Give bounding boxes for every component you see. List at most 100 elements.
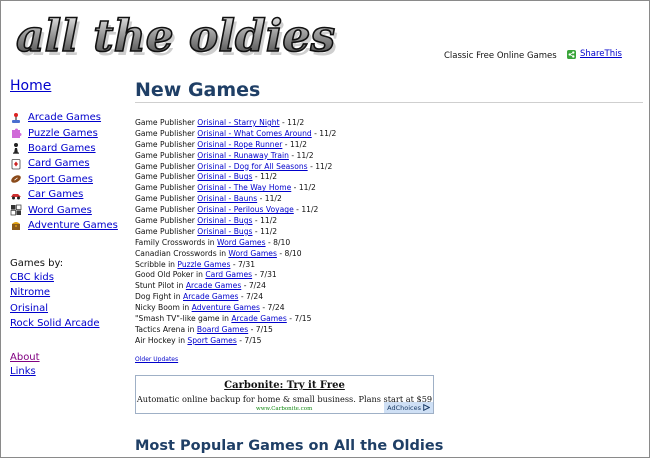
site-tagline: Classic Free Online Games xyxy=(444,51,557,61)
publisher-link[interactable]: Orisinal xyxy=(10,303,48,314)
about-link[interactable]: About xyxy=(10,352,40,363)
share-this-link[interactable]: ShareThis xyxy=(580,49,622,59)
nav-category-link[interactable]: Car Games xyxy=(28,189,83,200)
publisher-nav: CBC kids Nitrome Orisinal Rock Solid Arcade xyxy=(10,272,100,333)
update-game-link[interactable]: Orisinal - Runaway Train xyxy=(197,151,289,160)
publisher-link[interactable]: CBC kids xyxy=(10,272,54,283)
publisher-item[interactable]: CBC kids xyxy=(10,272,100,287)
list-item: Game Publisher Orisinal - The Way Home -… xyxy=(135,183,336,194)
update-date: - 8/10 xyxy=(276,248,302,258)
nav-category-link[interactable]: Card Games xyxy=(28,158,90,169)
update-game-link[interactable]: Sport Games xyxy=(187,336,236,345)
nav-category-link[interactable]: Word Games xyxy=(28,205,92,216)
nav-category-link[interactable]: Board Games xyxy=(28,143,96,154)
publisher-item[interactable]: Nitrome xyxy=(10,287,100,302)
site-logo[interactable]: all the oldies all the oldies xyxy=(10,9,382,59)
nav-category-item[interactable]: Board Games xyxy=(10,141,118,156)
update-prefix: Dog Fight in xyxy=(135,292,184,302)
nav-category-link[interactable]: Puzzle Games xyxy=(28,128,98,139)
chess-pawn-icon xyxy=(13,143,19,155)
nav-category-item[interactable]: Card Games xyxy=(10,156,118,171)
category-nav: Arcade Games Puzzle Games Board Games Card … xyxy=(10,110,118,233)
list-item: Nicky Boom in Adventure Games - 7/24 xyxy=(135,303,336,314)
update-game-link[interactable]: Orisinal - The Way Home xyxy=(197,183,291,192)
update-game-link[interactable]: Orisinal - Bauns xyxy=(197,194,257,203)
adchoices-label: AdChoices xyxy=(387,403,421,412)
update-game-link[interactable]: Arcade Games xyxy=(186,281,241,290)
update-prefix: Game Publisher xyxy=(135,205,198,215)
update-prefix: Game Publisher xyxy=(135,118,198,127)
update-game-link[interactable]: Word Games xyxy=(217,238,266,247)
nav-category-item[interactable]: Sport Games xyxy=(10,172,118,187)
share-widget[interactable]: ShareThis xyxy=(567,49,622,59)
ad-title-link[interactable]: Carbonite: Try it Free xyxy=(136,380,433,391)
ad-url[interactable]: www.Carbonite.com xyxy=(256,406,312,412)
list-item: Game Publisher Orisinal - Bugs - 11/2 xyxy=(135,172,336,183)
update-game-link[interactable]: Orisinal - Dog for All Seasons xyxy=(197,162,307,171)
update-prefix: Canadian Crosswords in xyxy=(135,248,229,258)
update-game-link[interactable]: Orisinal - Perilous Voyage xyxy=(197,205,293,214)
update-game-link[interactable]: Orisinal - Bugs xyxy=(197,227,252,236)
nav-category-item[interactable]: Puzzle Games xyxy=(10,125,118,140)
update-game-link[interactable]: Orisinal - What Comes Around xyxy=(197,129,311,138)
update-prefix: Game Publisher xyxy=(135,161,198,171)
publisher-link[interactable]: Nitrome xyxy=(10,287,50,298)
update-game-link[interactable]: Word Games xyxy=(228,249,277,258)
update-prefix: Game Publisher xyxy=(135,183,198,193)
update-prefix: Game Publisher xyxy=(135,150,198,160)
list-item: Canadian Crosswords in Word Games - 8/10 xyxy=(135,249,336,260)
adchoices-play-icon xyxy=(423,404,430,411)
nav-home-link[interactable]: Home xyxy=(10,78,51,94)
update-prefix: Game Publisher xyxy=(135,194,198,204)
popular-games-title: Most Popular Games on All the Oldies xyxy=(135,438,444,454)
update-date: - 11/2 xyxy=(293,205,319,215)
list-item: Game Publisher Orisinal - Bugs - 11/2 xyxy=(135,216,336,227)
share-icon xyxy=(567,49,576,59)
update-date: - 8/10 xyxy=(265,237,291,247)
nav-category-item[interactable]: Adventure Games xyxy=(10,218,118,233)
update-date: - 7/24 xyxy=(238,292,264,302)
update-game-link[interactable]: Orisinal - Rope Runner xyxy=(197,140,282,149)
list-item: Air Hockey in Sport Games - 7/15 xyxy=(135,336,336,347)
publisher-item[interactable]: Rock Solid Arcade xyxy=(10,318,100,333)
update-prefix: Tactics Arena in xyxy=(135,324,197,334)
update-date: - 11/2 xyxy=(288,150,314,160)
update-game-link[interactable]: Card Games xyxy=(205,270,252,279)
nav-category-item[interactable]: Arcade Games xyxy=(10,110,118,125)
update-game-link[interactable]: Orisinal - Bugs xyxy=(197,172,252,181)
list-item: Good Old Poker in Card Games - 7/31 xyxy=(135,270,336,281)
links-link[interactable]: Links xyxy=(10,366,36,377)
update-date: - 11/2 xyxy=(307,161,333,171)
update-date: - 11/2 xyxy=(257,194,282,204)
update-game-link[interactable]: Arcade Games xyxy=(231,314,286,323)
list-item: Game Publisher Orisinal - Bauns - 11/2 xyxy=(135,194,336,205)
update-prefix: "Smash TV"-like game in xyxy=(135,314,232,324)
list-item: Scribble in Puzzle Games - 7/31 xyxy=(135,260,336,271)
update-date: - 7/15 xyxy=(248,324,273,334)
nav-category-link[interactable]: Arcade Games xyxy=(28,112,101,123)
puzzle-piece-icon xyxy=(12,128,22,139)
update-game-link[interactable]: Arcade Games xyxy=(183,292,238,301)
publishers-heading: Games by: xyxy=(10,258,64,269)
nav-category-item[interactable]: Word Games xyxy=(10,202,118,217)
nav-category-link[interactable]: Adventure Games xyxy=(28,220,118,231)
publisher-item[interactable]: Orisinal xyxy=(10,303,100,318)
update-prefix: Scribble in xyxy=(135,259,178,269)
update-game-link[interactable]: Adventure Games xyxy=(192,303,260,312)
update-game-link[interactable]: Orisinal - Starry Night xyxy=(197,118,279,127)
nav-category-item[interactable]: Car Games xyxy=(10,187,118,202)
list-item: "Smash TV"-like game in Arcade Games - 7… xyxy=(135,314,336,325)
update-game-link[interactable]: Puzzle Games xyxy=(177,260,230,269)
nav-category-link[interactable]: Sport Games xyxy=(28,174,93,185)
list-item: Game Publisher Orisinal - Perilous Voyag… xyxy=(135,205,336,216)
carbonite-ad[interactable]: Carbonite: Try it Free Automatic online … xyxy=(135,375,434,414)
adchoices-badge[interactable]: AdChoices xyxy=(384,402,433,413)
update-game-link[interactable]: Board Games xyxy=(197,325,248,334)
football-icon xyxy=(11,175,21,184)
letter-tiles-icon xyxy=(10,204,22,216)
older-updates-link[interactable]: Older Updates xyxy=(135,356,178,363)
update-date: - 11/2 xyxy=(279,118,305,127)
update-game-link[interactable]: Orisinal - Bugs xyxy=(197,216,252,225)
update-date: - 7/15 xyxy=(236,335,262,345)
publisher-link[interactable]: Rock Solid Arcade xyxy=(10,318,100,329)
